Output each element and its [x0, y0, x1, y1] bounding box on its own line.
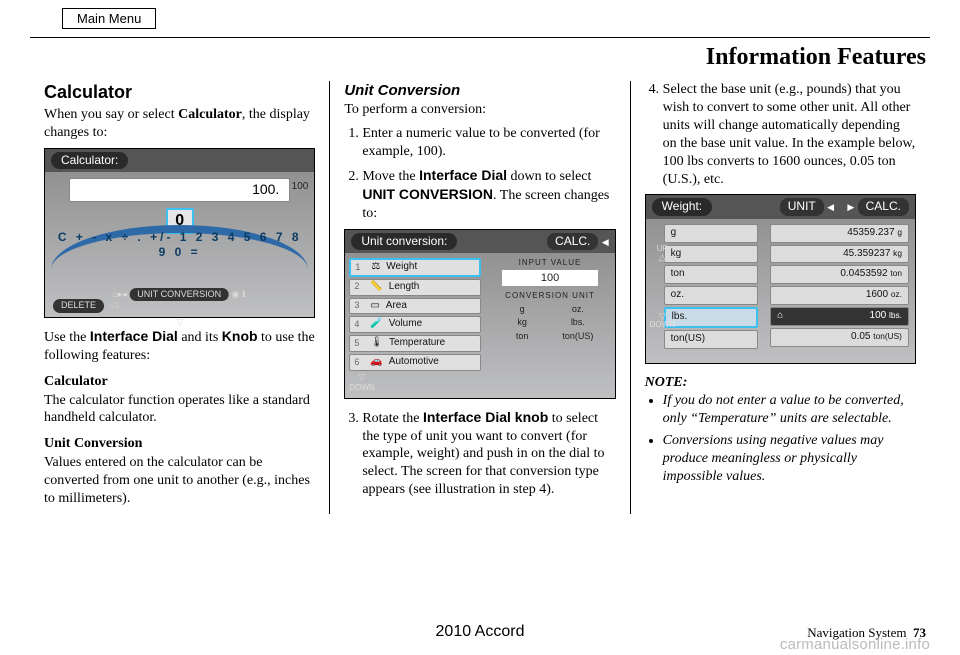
- wr-unit-g[interactable]: g: [664, 224, 759, 243]
- wr-home-icon: ⌂: [777, 310, 783, 323]
- uc-intro: To perform a conversion:: [344, 101, 615, 119]
- weight-icon: ⚖: [371, 261, 380, 274]
- unit-conversion-screenshot: Unit conversion: CALC. ◀ 1⚖Weight 2📏Leng…: [344, 229, 615, 399]
- note-1: If you do not enter a value to be conver…: [663, 392, 916, 428]
- column-1: Calculator When you say or select Calcul…: [30, 81, 329, 514]
- note-list: If you do not enter a value to be conver…: [663, 392, 916, 486]
- column-2: Unit Conversion To perform a conversion:…: [329, 81, 629, 514]
- uc-item-area[interactable]: 3▭Area: [349, 298, 481, 315]
- calculator-screenshot: Calculator: 100. 100 0 C + - x ÷ . +/- 1…: [44, 148, 315, 318]
- wr-val-ton: 0.0453592 ton: [770, 265, 909, 284]
- heading-calculator: Calculator: [44, 81, 315, 104]
- uc-title-bar: Unit conversion: CALC. ◀: [345, 230, 614, 253]
- wr-unit-ton[interactable]: ton: [664, 265, 759, 284]
- uc-steps-col3: Select the base unit (e.g., pounds) that…: [663, 81, 916, 188]
- uc-title-pill: Unit conversion:: [351, 233, 457, 250]
- wr-val-lbs: ⌂100 lbs.: [770, 307, 909, 326]
- heading-unit-conversion: Unit Conversion: [344, 81, 615, 100]
- calc-title-bar: Calculator:: [45, 149, 314, 172]
- uc-item-weight[interactable]: 1⚖Weight: [349, 258, 481, 277]
- uc-unit-grid: goz. kglbs. tonton(US): [491, 304, 608, 343]
- uc-item-automotive[interactable]: 6🚗Automotive: [349, 354, 481, 371]
- uc-step-3: Rotate the Interface Dial knob to select…: [362, 409, 615, 500]
- wr-val-kg: 45.359237 kg: [770, 245, 909, 264]
- wr-calc-button[interactable]: CALC.: [858, 198, 909, 215]
- wr-val-oz: 1600 oz.: [770, 286, 909, 305]
- area-icon: ▭: [370, 300, 379, 313]
- calc-home-icon: ⌂▸◂: [112, 289, 129, 299]
- uc-item-length[interactable]: 2📏Length: [349, 279, 481, 296]
- page-title: Information Features: [30, 44, 926, 71]
- uc-step-1: Enter a numeric value to be converted (f…: [362, 125, 615, 161]
- note-label: NOTE:: [645, 374, 916, 392]
- uc-steps-continued: Rotate the Interface Dial knob to select…: [362, 409, 615, 500]
- uc-input-value: 100: [501, 269, 598, 287]
- calc-arc-keys: C + - x ÷ . +/- 1 2 3 4 5 6 7 8 9 0 =: [58, 230, 302, 259]
- wr-title-pill: Weight:: [652, 198, 712, 215]
- subhead-unit-conversion: Unit Conversion: [44, 435, 315, 453]
- wr-val-g: 45359.237 g: [770, 224, 909, 243]
- uc-down-arrow-icon: ▽: [349, 372, 374, 384]
- top-rule: [30, 37, 930, 38]
- automotive-icon: 🚗: [370, 356, 382, 369]
- uc-item-volume[interactable]: 4🧪Volume: [349, 316, 481, 333]
- calc-unit-conversion-pill[interactable]: UNIT CONVERSION: [129, 288, 229, 302]
- wr-right-triangle-icon: ▶: [847, 202, 854, 212]
- wr-value-list: 45359.237 g 45.359237 kg 0.0453592 ton 1…: [764, 219, 915, 365]
- length-icon: 📏: [370, 281, 382, 294]
- calc-title-pill: Calculator:: [51, 152, 128, 169]
- column-3: Select the base unit (e.g., pounds) that…: [630, 81, 930, 514]
- wr-unit-oz[interactable]: oz.: [664, 286, 759, 305]
- note-2: Conversions using negative values may pr…: [663, 432, 916, 486]
- wr-unit-lbs[interactable]: lbs.: [664, 307, 759, 328]
- uc-steps: Enter a numeric value to be converted (f…: [362, 125, 615, 223]
- uc-conv-label: CONVERSION UNIT: [491, 291, 608, 301]
- uc-step-2: Move the Interface Dial down to select U…: [362, 167, 615, 223]
- uc-down-label: DOWN: [349, 383, 374, 393]
- wr-unit-button[interactable]: UNIT: [780, 198, 824, 215]
- calc-key-arc: C + - x ÷ . +/- 1 2 3 4 5 6 7 8 9 0 =: [51, 225, 308, 279]
- watermark: carmanualsonline.info: [780, 636, 930, 653]
- calculator-desc: The calculator function operates like a …: [44, 392, 315, 428]
- volume-icon: 🧪: [370, 318, 382, 331]
- uc-right-panel: INPUT VALUE 100 CONVERSION UNIT goz. kgl…: [485, 253, 614, 399]
- wr-val-tonus: 0.05 ton(US): [770, 328, 909, 347]
- uc-step-4: Select the base unit (e.g., pounds) that…: [663, 81, 916, 188]
- calculator-intro: When you say or select Calculator, the d…: [44, 106, 315, 142]
- calc-side-value: 100: [292, 181, 309, 194]
- wr-left-triangle-icon: ◀: [827, 202, 834, 212]
- wr-unit-tonus[interactable]: ton(US): [664, 330, 759, 349]
- wr-unit-kg[interactable]: kg: [664, 245, 759, 264]
- wr-title-bar: Weight: UNIT ◀ ▶ CALC.: [646, 195, 915, 218]
- calc-delete-pill[interactable]: DELETE: [53, 299, 104, 313]
- wr-topright-buttons: UNIT ◀ ▶ CALC.: [780, 198, 909, 215]
- subhead-calculator: Calculator: [44, 373, 315, 391]
- unit-conversion-desc: Values entered on the calculator can be …: [44, 454, 315, 508]
- calc-down-arrow-icon: ▽: [176, 317, 183, 329]
- use-interface-dial: Use the Interface Dial and its Knob to u…: [44, 328, 315, 365]
- calc-display: 100.: [69, 178, 290, 202]
- weight-result-screenshot: Weight: UNIT ◀ ▶ CALC. UP △ ▽ DOWN: [645, 194, 916, 364]
- up-triangle-icon: △: [650, 253, 675, 262]
- uc-left-triangle-icon: ◀: [602, 237, 609, 247]
- uc-calc-button[interactable]: CALC. ◀: [547, 233, 609, 250]
- main-menu-button[interactable]: Main Menu: [62, 8, 156, 29]
- temperature-icon: 🌡: [370, 337, 383, 350]
- wr-updown: UP △ ▽ DOWN: [650, 245, 675, 329]
- uc-input-label: INPUT VALUE: [491, 258, 608, 268]
- uc-item-temperature[interactable]: 5🌡Temperature: [349, 335, 481, 352]
